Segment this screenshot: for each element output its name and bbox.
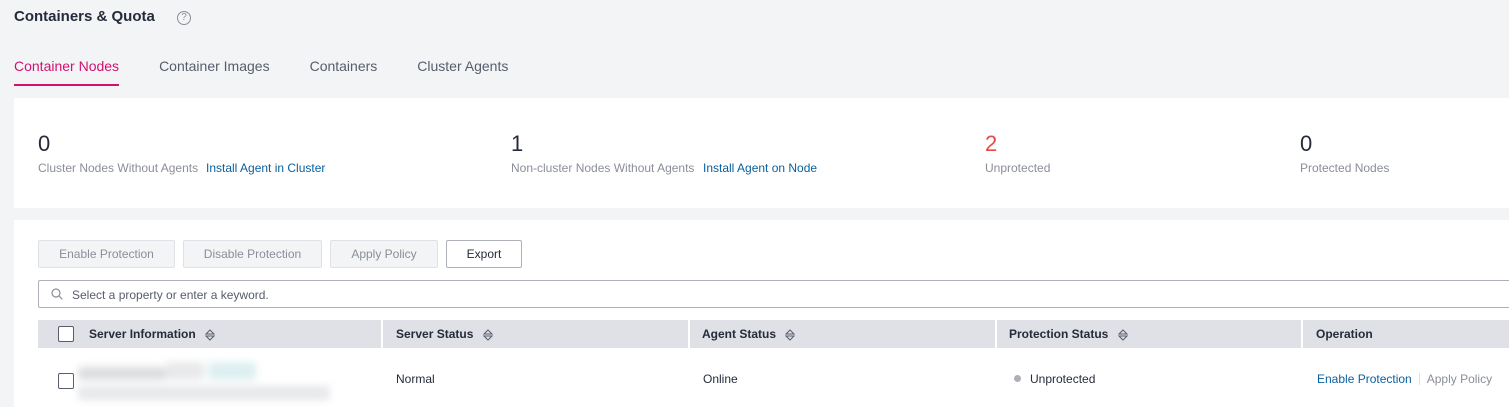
sort-icon[interactable] — [785, 329, 796, 341]
stat-label: Non-cluster Nodes Without Agents — [511, 161, 695, 175]
agent-status-cell: Online — [703, 372, 738, 386]
column-label: Protection Status — [1009, 327, 1109, 341]
tab-container-images[interactable]: Container Images — [159, 58, 270, 86]
row-enable-protection-link[interactable]: Enable Protection — [1317, 372, 1412, 386]
table-row: Normal Online Unprotected Enable Protect… — [38, 348, 1509, 407]
status-dot-icon — [1014, 375, 1021, 382]
protection-status-cell: Unprotected — [1014, 372, 1095, 386]
stat-label: Protected Nodes — [1300, 161, 1390, 175]
column-label: Server Information — [89, 327, 196, 341]
server-information-redacted — [78, 362, 330, 402]
apply-policy-button[interactable]: Apply Policy — [330, 240, 438, 268]
tab-containers[interactable]: Containers — [310, 58, 378, 86]
help-icon[interactable]: ? — [177, 11, 191, 25]
column-label: Server Status — [396, 327, 474, 341]
search-placeholder: Select a property or enter a keyword. — [72, 288, 269, 302]
column-header-operation: Operation — [1316, 327, 1373, 341]
enable-protection-button[interactable]: Enable Protection — [38, 240, 175, 268]
column-divider — [381, 320, 383, 348]
sort-icon[interactable] — [205, 329, 216, 341]
server-status-cell: Normal — [396, 372, 435, 386]
tab-cluster-agents[interactable]: Cluster Agents — [417, 58, 508, 86]
stat-value: 0 — [1300, 131, 1313, 156]
column-divider — [688, 320, 690, 348]
stat-value: 1 — [511, 131, 524, 156]
search-icon — [51, 288, 63, 300]
column-header-protection-status[interactable]: Protection Status — [1009, 320, 1128, 348]
column-divider — [995, 320, 997, 348]
column-header-agent-status[interactable]: Agent Status — [702, 320, 796, 348]
protection-status-text: Unprotected — [1030, 372, 1096, 386]
stats-card: 0 Cluster Nodes Without Agents Install A… — [14, 98, 1509, 208]
stat-value: 0 — [38, 131, 51, 156]
install-agent-on-node-link[interactable]: Install Agent on Node — [703, 161, 817, 175]
operation-cell: Enable Protection Apply Policy — [1317, 372, 1492, 386]
row-checkbox[interactable] — [58, 373, 74, 389]
tab-container-nodes[interactable]: Container Nodes — [14, 58, 120, 86]
install-agent-in-cluster-link[interactable]: Install Agent in Cluster — [206, 161, 325, 175]
column-label: Agent Status — [702, 327, 777, 341]
disable-protection-button[interactable]: Disable Protection — [183, 240, 322, 268]
export-button[interactable]: Export — [446, 240, 522, 268]
column-divider — [1301, 320, 1303, 348]
tab-bar: Container Nodes Container Images Contain… — [14, 58, 548, 86]
sort-icon[interactable] — [1117, 329, 1128, 341]
page-title: Containers & Quota — [14, 8, 155, 25]
select-all-checkbox[interactable] — [58, 326, 74, 342]
row-apply-policy-link[interactable]: Apply Policy — [1427, 372, 1492, 386]
stat-label: Cluster Nodes Without Agents — [38, 161, 199, 175]
column-header-server-information[interactable]: Server Information — [89, 320, 216, 348]
stat-label: Unprotected — [985, 161, 1051, 175]
column-header-server-status[interactable]: Server Status — [396, 320, 493, 348]
stat-value: 2 — [985, 131, 998, 156]
operation-divider — [1418, 373, 1420, 385]
search-input[interactable]: Select a property or enter a keyword. — [38, 280, 1509, 308]
nodes-panel: Enable Protection Disable Protection App… — [14, 220, 1509, 407]
table-header: Server Information Server Status Agent S… — [38, 320, 1509, 348]
sort-icon[interactable] — [482, 329, 493, 341]
